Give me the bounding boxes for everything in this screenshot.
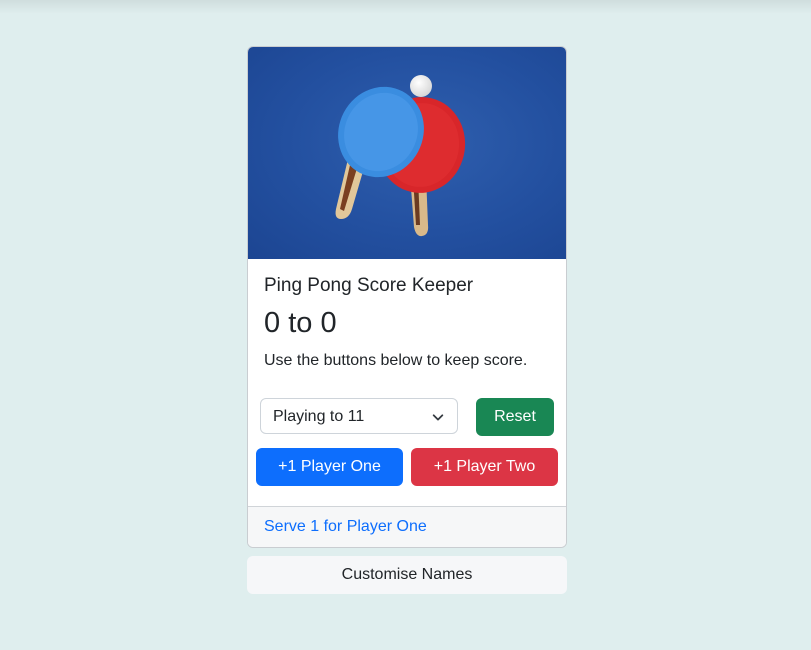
- winning-score-select[interactable]: Playing to 11: [260, 398, 458, 434]
- player-two-plus-button[interactable]: +1 Player Two: [411, 448, 558, 486]
- ball-icon: [410, 75, 432, 97]
- score-display: 0 to 0: [264, 307, 337, 340]
- reset-button[interactable]: Reset: [476, 398, 554, 436]
- player-one-plus-button[interactable]: +1 Player One: [256, 448, 403, 486]
- card-description: Use the buttons below to keep score.: [264, 352, 528, 369]
- card-footer: Serve 1 for Player One: [248, 506, 566, 547]
- chevron-down-icon: [432, 414, 444, 421]
- player-two-score: 0: [320, 307, 337, 339]
- top-shadow: [0, 0, 811, 14]
- score-card: Ping Pong Score Keeper 0 to 0 Use the bu…: [247, 46, 567, 548]
- card-title: Ping Pong Score Keeper: [264, 275, 474, 296]
- card-image: [248, 47, 566, 259]
- winning-score-selected: Playing to 11: [273, 408, 365, 425]
- customise-names-button[interactable]: Customise Names: [247, 556, 567, 594]
- score-separator: to: [288, 307, 313, 339]
- serve-status-link[interactable]: Serve 1 for Player One: [264, 518, 427, 536]
- player-one-score: 0: [264, 307, 281, 339]
- ping-pong-paddles-image: [335, 75, 466, 237]
